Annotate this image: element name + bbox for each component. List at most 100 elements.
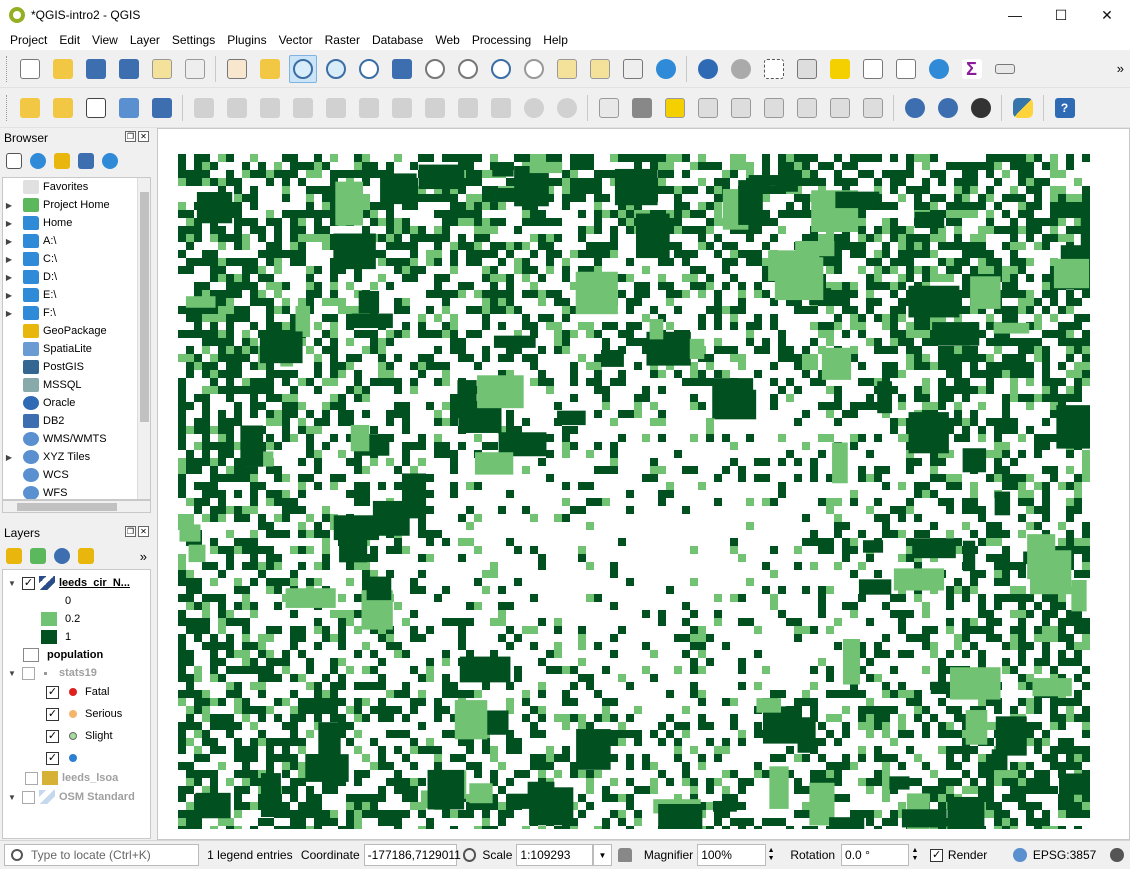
browser-item-drive-e[interactable]: ▶ E:\	[3, 286, 150, 304]
zoom-in-button[interactable]	[288, 54, 317, 83]
browser-item-drive-c[interactable]: ▶ C:\	[3, 250, 150, 268]
filter-icon[interactable]	[54, 153, 70, 169]
scrollbar-thumb[interactable]	[140, 192, 149, 422]
browser-item-wms[interactable]: WMS/WMTS	[3, 430, 150, 448]
menu-project[interactable]: Project	[4, 30, 53, 50]
expand-arrow-icon[interactable]: ▶	[3, 453, 15, 462]
browser-item-drive-a[interactable]: ▶ A:\	[3, 232, 150, 250]
legend-row-other[interactable]: ✓	[3, 749, 150, 767]
layer-row-population[interactable]: population	[3, 646, 150, 664]
collapse-arrow-icon[interactable]: ▼	[6, 793, 18, 802]
menu-web[interactable]: Web	[429, 30, 465, 50]
magnifier-field[interactable]: 100%	[697, 844, 766, 866]
identify-button[interactable]	[694, 55, 722, 83]
layer-row-stats19[interactable]: ▼ stats19	[3, 664, 150, 682]
zoom-out-button[interactable]	[322, 55, 350, 83]
pan-to-selection-button[interactable]	[256, 55, 284, 83]
diagram-button[interactable]	[628, 94, 656, 122]
lock-icon[interactable]	[618, 848, 632, 862]
collapse-all-icon[interactable]	[78, 153, 94, 169]
browser-item-favorites[interactable]: Favorites	[3, 178, 150, 196]
add-wms-layer-button[interactable]	[901, 94, 929, 122]
highlight-label-button[interactable]	[694, 94, 722, 122]
menu-plugins[interactable]: Plugins	[221, 30, 272, 50]
select-features-button[interactable]	[760, 55, 788, 83]
menu-layer[interactable]: Layer	[124, 30, 166, 50]
browser-item-xyz-tiles[interactable]: ▶ XYZ Tiles	[3, 448, 150, 466]
locator-search-input[interactable]: Type to locate (Ctrl+K)	[4, 844, 200, 866]
class-visibility-checkbox[interactable]: ✓	[46, 685, 59, 699]
metasearch-button[interactable]	[967, 94, 995, 122]
select-by-value-button[interactable]	[793, 55, 821, 83]
class-visibility-checkbox[interactable]: ✓	[46, 751, 59, 765]
save-as-button[interactable]	[115, 55, 143, 83]
style-brush-icon[interactable]	[6, 548, 22, 564]
new-project-button[interactable]	[16, 55, 44, 83]
layer-visibility-checkbox[interactable]	[25, 771, 38, 785]
layer-row-raster[interactable]: ▼ ✓ leeds_cir_N...	[3, 574, 150, 592]
statistical-summary-button[interactable]: Σ	[958, 55, 986, 83]
browser-item-oracle[interactable]: Oracle	[3, 394, 150, 412]
add-selected-layers-icon[interactable]	[6, 153, 22, 169]
browser-item-spatialite[interactable]: SpatiaLite	[3, 340, 150, 358]
browser-item-drive-f[interactable]: ▶ F:\	[3, 304, 150, 322]
menu-view[interactable]: View	[86, 30, 124, 50]
layout-manager-button[interactable]	[181, 55, 209, 83]
render-checkbox[interactable]: ✓	[930, 848, 943, 862]
menu-processing[interactable]: Processing	[466, 30, 537, 50]
expand-arrow-icon[interactable]: ▶	[3, 255, 15, 264]
minimize-button[interactable]: —	[992, 0, 1038, 30]
undo-button[interactable]	[520, 94, 548, 122]
close-panel-icon[interactable]: ✕	[138, 131, 149, 142]
magnifier-spinner[interactable]: ▲ ▼	[768, 844, 779, 866]
legend-row-serious[interactable]: ✓ Serious	[3, 705, 150, 723]
scale-field[interactable]: 1:109293	[516, 844, 593, 866]
expand-arrow-icon[interactable]: ▶	[3, 291, 15, 300]
layers-tree[interactable]: ▼ ✓ leeds_cir_N... 0 0.2 1 population ▼ …	[2, 569, 151, 839]
browser-horizontal-scrollbar[interactable]	[2, 500, 151, 513]
zoom-full-button[interactable]	[388, 55, 416, 83]
expand-arrow-icon[interactable]: ▶	[3, 309, 15, 318]
label-properties-button[interactable]	[859, 94, 887, 122]
class-visibility-checkbox[interactable]: ✓	[46, 729, 59, 743]
delete-selected-button[interactable]	[388, 94, 416, 122]
raster-map-image[interactable]	[178, 154, 1090, 829]
expand-arrow-icon[interactable]: ▶	[3, 273, 15, 282]
collapse-arrow-icon[interactable]: ▼	[6, 669, 18, 678]
browser-item-project-home[interactable]: ▶ Project Home	[3, 196, 150, 214]
edit-pencil-button[interactable]	[115, 94, 143, 122]
scrollbar-thumb[interactable]	[17, 503, 117, 511]
layer-row-osm[interactable]: ▼ OSM Standard	[3, 788, 150, 806]
zoom-to-selection-button[interactable]	[421, 55, 449, 83]
browser-item-geopackage[interactable]: GeoPackage	[3, 322, 150, 340]
paste-features-button[interactable]	[487, 94, 515, 122]
map-canvas[interactable]	[157, 128, 1130, 840]
menu-database[interactable]: Database	[366, 30, 429, 50]
class-visibility-checkbox[interactable]: ✓	[46, 707, 59, 721]
help-button[interactable]: ?	[1051, 94, 1079, 122]
info-icon[interactable]	[102, 153, 118, 169]
show-hide-labels-button[interactable]	[727, 94, 755, 122]
copy-features-button[interactable]	[454, 94, 482, 122]
browser-item-db2[interactable]: DB2	[3, 412, 150, 430]
label-pin-button[interactable]	[661, 94, 689, 122]
crs-globe-icon[interactable]	[1013, 848, 1027, 862]
crs-label[interactable]: EPSG:3857	[1033, 848, 1096, 862]
wms-layer-button[interactable]	[148, 94, 176, 122]
rotation-spinner[interactable]: ▲ ▼	[911, 844, 922, 866]
float-panel-icon[interactable]: ❐	[125, 526, 136, 537]
layers-overflow-icon[interactable]: »	[140, 549, 147, 564]
layer-visibility-checkbox[interactable]: ✓	[22, 576, 35, 590]
browser-item-home[interactable]: ▶ Home	[3, 214, 150, 232]
redo-button[interactable]	[553, 94, 581, 122]
zoom-native-button[interactable]	[355, 55, 383, 83]
pan-map-button[interactable]	[223, 55, 251, 83]
browser-item-wcs[interactable]: WCS	[3, 466, 150, 484]
vertex-tool-button[interactable]	[322, 94, 350, 122]
browser-item-postgis[interactable]: PostGIS	[3, 358, 150, 376]
browser-item-wfs[interactable]: WFS	[3, 484, 150, 499]
field-calculator-button[interactable]	[892, 55, 920, 83]
rotation-field[interactable]: 0.0 °	[841, 844, 910, 866]
search-globe-button[interactable]	[934, 94, 962, 122]
legend-row-slight[interactable]: ✓ Slight	[3, 727, 150, 745]
